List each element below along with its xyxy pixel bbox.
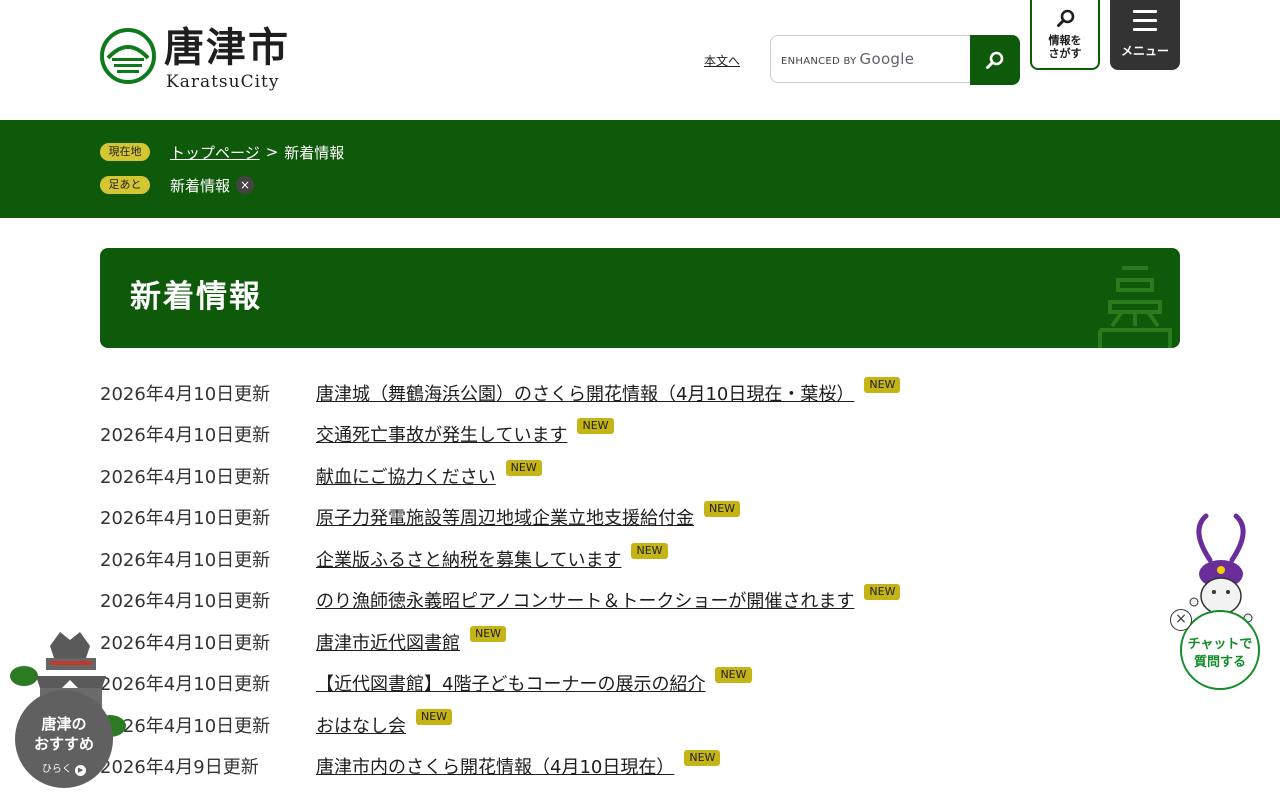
news-date: 2026年4月10日更新	[100, 715, 271, 737]
current-location-badge: 現在地	[100, 143, 150, 161]
menu-button[interactable]: メニュー	[1110, 0, 1180, 70]
news-date: 2026年4月10日更新	[100, 674, 271, 696]
new-badge: NEW	[864, 376, 901, 393]
history-trail: 足あと 新着情報 ×	[100, 173, 255, 197]
search-icon	[1057, 9, 1075, 27]
find-info-label: 情報を さがす	[1048, 34, 1082, 60]
castle-icon	[1098, 266, 1172, 348]
search-icon	[986, 51, 1004, 69]
list-item: 2026年4月10日更新 唐津城（舞鶴海浜公園）のさくら開花情報（4月10日現在…	[100, 372, 1180, 414]
site-logo[interactable]: 唐津市 KaratsuCity	[100, 24, 300, 96]
hamburger-icon	[1133, 10, 1157, 37]
play-icon: ▶	[75, 765, 87, 776]
page-title: 新着情報	[130, 279, 262, 315]
history-item[interactable]: 新着情報	[170, 175, 230, 196]
news-link[interactable]: 企業版ふるさと納税を募集しています	[316, 546, 621, 572]
recommend-widget[interactable]: 唐津の おすすめ ひらく ▶	[10, 628, 130, 800]
list-item: 2026年4月10日更新 企業版ふるさと納税を募集しています NEW	[100, 538, 1180, 580]
search-input[interactable]: ENHANCED BY Google	[770, 35, 970, 83]
new-badge: NEW	[684, 750, 721, 767]
close-icon[interactable]: ×	[1170, 609, 1192, 631]
breadcrumb: 現在地 トップページ > 新着情報	[100, 140, 344, 164]
list-item: 2026年4月10日更新 交通死亡事故が発生しています NEW	[100, 414, 1180, 456]
news-link[interactable]: 交通死亡事故が発生しています	[316, 421, 567, 447]
search-button[interactable]	[970, 35, 1020, 85]
new-badge: NEW	[704, 501, 741, 518]
find-info-button[interactable]: 情報を さがす	[1030, 0, 1100, 70]
new-badge: NEW	[864, 584, 901, 601]
search-branding: ENHANCED BY Google	[781, 50, 915, 68]
list-item: 2026年4月10日更新 原子力発電施設等周辺地域企業立地支援給付金 NEW	[100, 497, 1180, 539]
news-link[interactable]: おはなし会	[316, 712, 406, 738]
news-date: 2026年4月10日更新	[100, 591, 271, 613]
site-subtitle: KaratsuCity	[166, 72, 280, 92]
list-item: 2026年4月9日更新 唐津市内のさくら開花情報（4月10日現在） NEW	[100, 746, 1180, 788]
list-item: 2026年4月10日更新 献血にご協力ください NEW	[100, 455, 1180, 497]
menu-label: メニュー	[1120, 44, 1169, 58]
close-icon[interactable]: ×	[236, 176, 255, 194]
new-badge: NEW	[416, 708, 453, 725]
chat-label: チャットで 質問する	[1187, 637, 1253, 670]
chat-widget[interactable]: チャットで 質問する ×	[1168, 510, 1280, 700]
list-item: 2026年4月10日更新 のり漁師徳永義昭ピアノコンサート＆トークショーが開催さ…	[100, 580, 1180, 622]
news-link[interactable]: のり漁師徳永義昭ピアノコンサート＆トークショーが開催されます	[316, 587, 854, 613]
news-date: 2026年4月10日更新	[100, 549, 271, 571]
breadcrumb-home-link[interactable]: トップページ	[170, 142, 260, 163]
list-item: 2026年4月10日更新 【近代図書館】4階子どもコーナーの展示の紹介 NEW	[100, 663, 1180, 705]
recommend-open: ひらく ▶	[15, 760, 113, 776]
site-header: 唐津市 KaratsuCity 本文へ ENHANCED BY Google 情報…	[0, 0, 1280, 120]
page-title-banner: 新着情報	[100, 248, 1180, 348]
list-item: 2026年4月10日更新 おはなし会 NEW	[100, 704, 1180, 746]
news-date: 2026年4月10日更新	[100, 425, 271, 447]
recommend-label: 唐津の おすすめ	[33, 715, 94, 753]
new-badge: NEW	[505, 459, 542, 476]
news-link[interactable]: 【近代図書館】4階子どもコーナーの展示の紹介	[316, 670, 705, 696]
breadcrumb-band: 現在地 トップページ > 新着情報 足あと 新着情報 ×	[0, 120, 1280, 218]
list-item: 2026年4月10日更新 唐津市近代図書館 NEW	[100, 621, 1180, 663]
news-date: 2026年4月10日更新	[100, 383, 271, 405]
news-date: 2026年4月10日更新	[100, 508, 271, 530]
new-badge: NEW	[631, 542, 668, 559]
breadcrumb-current: 新着情報	[284, 143, 345, 162]
new-badge: NEW	[715, 667, 752, 684]
news-date: 2026年4月10日更新	[100, 466, 271, 488]
new-badge: NEW	[577, 418, 614, 435]
news-link[interactable]: 唐津市内のさくら開花情報（4月10日現在）	[316, 753, 674, 779]
news-link[interactable]: 唐津城（舞鶴海浜公園）のさくら開花情報（4月10日現在・葉桜）	[316, 380, 854, 406]
history-badge: 足あと	[100, 176, 150, 194]
site-title: 唐津市	[164, 25, 290, 71]
city-emblem-icon	[100, 28, 156, 84]
news-date: 2026年4月9日更新	[100, 757, 259, 779]
news-link[interactable]: 唐津市近代図書館	[316, 629, 460, 655]
skip-to-content-link[interactable]: 本文へ	[704, 52, 740, 69]
breadcrumb-separator: >	[265, 143, 279, 161]
new-badge: NEW	[470, 625, 507, 642]
news-list: 2026年4月10日更新 唐津城（舞鶴海浜公園）のさくら開花情報（4月10日現在…	[100, 372, 1180, 787]
news-link[interactable]: 献血にご協力ください	[316, 463, 496, 489]
site-search: ENHANCED BY Google	[770, 35, 1020, 85]
news-link[interactable]: 原子力発電施設等周辺地域企業立地支援給付金	[316, 504, 694, 530]
news-date: 2026年4月10日更新	[100, 632, 271, 654]
